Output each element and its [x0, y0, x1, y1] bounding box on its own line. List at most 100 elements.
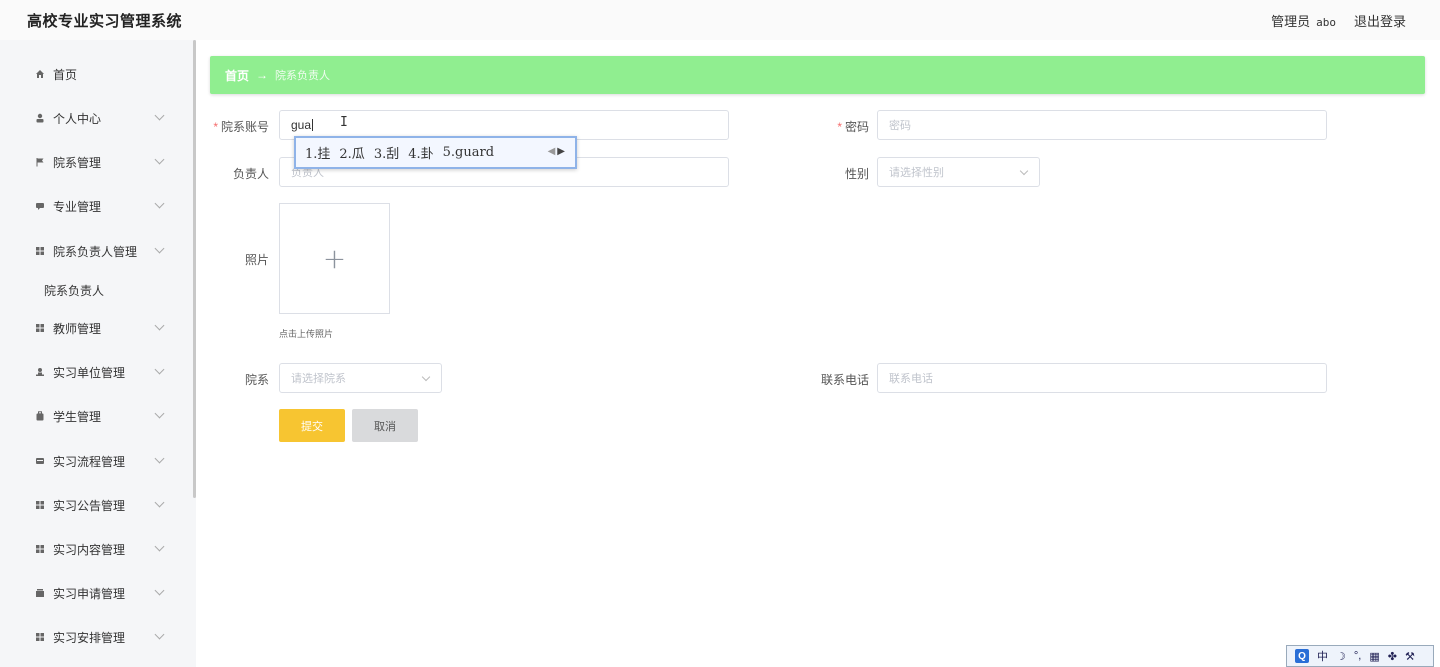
chevron-down-icon	[154, 497, 165, 508]
home-icon	[34, 69, 45, 80]
required-mark: *	[837, 120, 842, 134]
sidebar-item-internship-notice[interactable]: 实习公告管理	[0, 490, 193, 520]
sidebar-item-label: 实习流程管理	[53, 454, 126, 469]
ime-candidate[interactable]: 1.挂	[305, 143, 330, 162]
chevron-down-icon	[154, 364, 165, 375]
ime-candidate[interactable]: 4.卦	[408, 143, 433, 162]
sidebar-item-label: 学生管理	[53, 409, 102, 424]
ime-candidate-window: 1.挂 2.瓜 3.刮 4.卦 5.guard ◀ ▶	[294, 136, 577, 169]
required-mark: *	[213, 120, 218, 134]
skin-icon[interactable]: ✤	[1388, 650, 1397, 663]
sidebar-item-label: 实习安排管理	[53, 630, 126, 645]
sidebar-item-label: 专业管理	[53, 199, 102, 214]
sidebar-item-student[interactable]: 学生管理	[0, 401, 193, 431]
sidebar-item-internship-arrangement[interactable]: 实习安排管理	[0, 622, 193, 652]
chevron-down-icon	[154, 629, 165, 640]
sidebar-item-label: 首页	[53, 67, 78, 82]
sidebar-item-label: 院系管理	[53, 155, 102, 170]
bag-icon	[34, 411, 45, 422]
sidebar-item-internship-application[interactable]: 实习申请管理	[0, 578, 193, 608]
sidebar-item-home[interactable]: 首页	[0, 59, 193, 89]
account-input-value: gua	[291, 118, 312, 132]
moon-icon[interactable]: ☽	[1336, 650, 1346, 663]
top-bar: 高校专业实习管理系统 管理员 abo 退出登录	[0, 0, 1440, 40]
manager-label: 负责人	[232, 167, 269, 181]
sidebar-subitem-department-manager[interactable]: 院系负责人	[44, 282, 104, 299]
sidebar-item-label: 院系负责人管理	[53, 244, 138, 259]
wrench-icon[interactable]: ⚒	[1405, 650, 1415, 663]
keyboard-icon[interactable]: ▦	[1369, 650, 1379, 663]
sidebar-item-label: 实习申请管理	[53, 586, 126, 601]
punctuation-icon[interactable]: °,	[1354, 650, 1361, 662]
breadcrumb-separator: →	[256, 68, 269, 82]
account-label: * 院系账号	[213, 120, 269, 134]
gender-label: 性别	[844, 167, 869, 181]
submit-button[interactable]: 提交	[279, 409, 345, 442]
breadcrumb-home[interactable]: 首页	[225, 67, 249, 84]
sidebar-item-department-manager[interactable]: 院系负责人管理	[0, 236, 193, 266]
sidebar-item-internship-unit[interactable]: 实习单位管理	[0, 357, 193, 387]
cancel-button[interactable]: 取消	[352, 409, 418, 442]
chevron-down-icon	[154, 243, 165, 254]
chevron-down-icon	[1019, 166, 1029, 176]
chevron-down-icon	[154, 408, 165, 419]
ime-candidate[interactable]: 3.刮	[374, 143, 399, 162]
sidebar-item-label: 个人中心	[53, 111, 102, 126]
plus-icon: +	[322, 242, 347, 275]
chevron-down-icon	[154, 110, 165, 121]
department-placeholder: 请选择院系	[291, 373, 346, 385]
sidebar-item-personal-center[interactable]: 个人中心	[0, 103, 193, 133]
sidebar-item-internship-content[interactable]: 实习内容管理	[0, 534, 193, 564]
sidebar-item-label: 实习公告管理	[53, 498, 126, 513]
grid-icon	[34, 544, 45, 555]
gender-placeholder: 请选择性别	[889, 167, 944, 179]
user-role: 管理员	[1271, 14, 1311, 29]
ibeam-cursor-icon: I	[340, 115, 348, 130]
ime-candidate[interactable]: 5.guard	[443, 145, 494, 160]
user-info: 管理员 abo	[1271, 11, 1336, 30]
chevron-down-icon	[154, 198, 165, 209]
phone-input[interactable]: 联系电话	[877, 363, 1327, 393]
password-label: * 密码	[837, 120, 869, 134]
gender-select[interactable]: 请选择性别	[877, 157, 1040, 187]
photo-upload-tip: 点击上传照片	[279, 329, 334, 339]
box-icon	[34, 588, 45, 599]
phone-placeholder: 联系电话	[889, 373, 933, 385]
phone-label: 联系电话	[820, 373, 869, 387]
sidebar-item-label: 教师管理	[53, 321, 102, 336]
user-icon	[34, 113, 45, 124]
text-caret	[312, 119, 314, 131]
department-label: 院系	[244, 373, 269, 387]
person-icon	[34, 367, 45, 378]
logout-link[interactable]: 退出登录	[1354, 11, 1406, 30]
ime-mode[interactable]: 中	[1317, 648, 1328, 664]
ime-prev-icon[interactable]: ◀	[548, 146, 556, 157]
photo-upload[interactable]: +	[279, 203, 390, 314]
ime-candidate[interactable]: 2.瓜	[339, 143, 364, 162]
department-select[interactable]: 请选择院系	[279, 363, 442, 393]
card-icon	[34, 456, 45, 467]
sidebar	[0, 40, 193, 667]
flag-icon	[34, 157, 45, 168]
sidebar-item-department[interactable]: 院系管理	[0, 147, 193, 177]
sidebar-item-label: 实习内容管理	[53, 542, 126, 557]
chevron-down-icon	[154, 320, 165, 331]
user-area: 管理员 abo 退出登录	[1271, 11, 1406, 30]
grid-icon	[34, 246, 45, 257]
grid-icon	[34, 500, 45, 511]
chevron-down-icon	[154, 154, 165, 165]
sidebar-item-internship-process[interactable]: 实习流程管理	[0, 446, 193, 476]
sidebar-item-teacher[interactable]: 教师管理	[0, 313, 193, 343]
ime-next-icon[interactable]: ▶	[557, 146, 565, 157]
grid-icon	[34, 632, 45, 643]
breadcrumb-current: 院系负责人	[275, 70, 331, 82]
ime-logo-icon[interactable]: Q	[1295, 649, 1309, 663]
ime-status-bar: Q 中 ☽ °, ▦ ✤ ⚒	[1286, 645, 1434, 667]
app-title: 高校专业实习管理系统	[27, 12, 183, 30]
chevron-down-icon	[154, 541, 165, 552]
chat-icon	[34, 201, 45, 212]
password-input[interactable]: 密码	[877, 110, 1327, 140]
username: abo	[1316, 16, 1336, 29]
sidebar-item-major[interactable]: 专业管理	[0, 191, 193, 221]
photo-label: 照片	[244, 253, 269, 267]
